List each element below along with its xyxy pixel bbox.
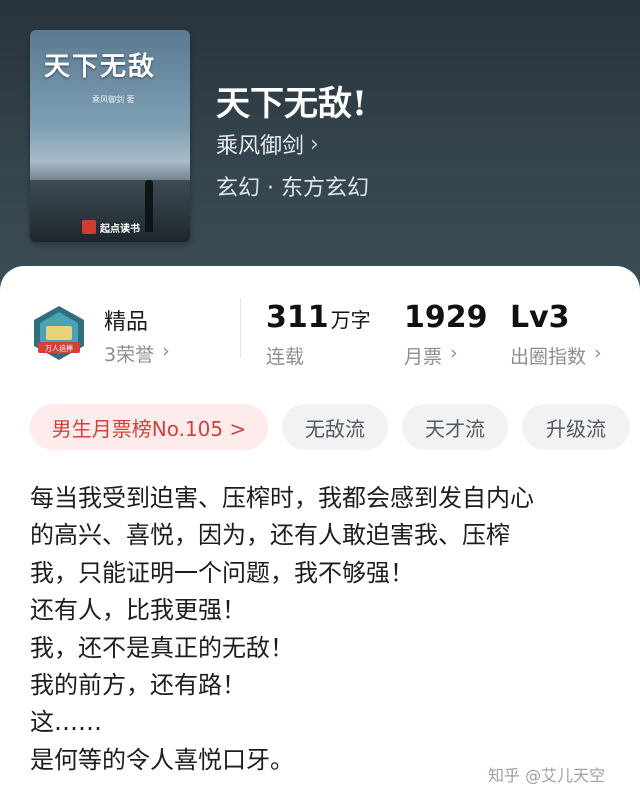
honor-badge-icon[interactable]: 万人追捧 <box>30 304 88 362</box>
stats-divider <box>240 298 241 358</box>
chevron-right-icon: › <box>450 342 458 364</box>
level-value: Lv3 <box>510 300 570 335</box>
status-label: 连载 <box>266 342 304 369</box>
honor-badge-text: 万人追捧 <box>45 344 73 353</box>
intro-line: 我，只能证明一个问题，我不够强！ <box>30 558 414 587</box>
honors-link[interactable]: 3荣誉 › <box>104 340 170 367</box>
monthly-tickets-value: 1929 <box>404 300 488 335</box>
intro-line: 我，还不是真正的无敌！ <box>30 633 294 662</box>
intro-line: 的高兴、喜悦，因为，还有人敢迫害我、压榨 <box>30 521 510 550</box>
quality-label: 精品 <box>104 310 149 335</box>
tag-tiancai[interactable]: 天才流 <box>402 404 508 450</box>
word-count-unit: 万字 <box>330 308 371 332</box>
book-intro: 每当我受到迫害、压榨时，我都会感到发自内心 的高兴、喜悦，因为，还有人敢迫害我、… <box>30 480 620 779</box>
word-count-value: 311 <box>266 300 329 335</box>
chevron-right-icon: › <box>310 131 319 157</box>
tag-wudi[interactable]: 无敌流 <box>282 404 388 450</box>
author-name: 乘风御剑 <box>216 134 305 159</box>
intro-line: 这…… <box>30 708 102 737</box>
author-link[interactable]: 乘风御剑 › <box>216 128 319 160</box>
intro-line: 还有人，比我更强！ <box>30 596 246 625</box>
chevron-right-icon: › <box>162 340 170 362</box>
honors-count: 3荣誉 <box>104 344 155 366</box>
tag-shengji[interactable]: 升级流 <box>522 404 630 450</box>
book-cover[interactable]: 天下无敌 乘风御剑 著 起点读书 <box>30 30 190 242</box>
intro-line: 我的前方，还有路！ <box>30 671 246 700</box>
rank-tag[interactable]: 男生月票榜No.105 > <box>30 404 268 450</box>
watermark: 知乎 @艾儿天空 <box>488 766 606 785</box>
cover-brand: 起点读书 <box>100 224 140 235</box>
level-label: 出圈指数 <box>510 346 587 368</box>
word-count: 311 万字 <box>266 300 371 335</box>
monthly-tickets-link[interactable]: 月票 › <box>404 342 458 369</box>
level-link[interactable]: 出圈指数 › <box>510 342 602 369</box>
genre-label: 玄幻 · 东方玄幻 <box>216 176 369 201</box>
cover-figure-art <box>145 180 153 232</box>
publisher-logo-icon <box>82 220 96 234</box>
chevron-right-icon: › <box>594 342 602 364</box>
level: Lv3 <box>510 300 570 335</box>
cover-title: 天下无敌 <box>44 52 157 82</box>
book-title: 天下无敌! <box>216 84 367 124</box>
cover-author: 乘风御剑 著 <box>92 95 135 104</box>
status-text: 连载 <box>266 346 305 368</box>
monthly-tickets: 1929 <box>404 300 488 335</box>
monthly-tickets-label: 月票 <box>404 346 443 368</box>
intro-line: 每当我受到迫害、压榨时，我都会感到发自内心 <box>30 484 534 512</box>
